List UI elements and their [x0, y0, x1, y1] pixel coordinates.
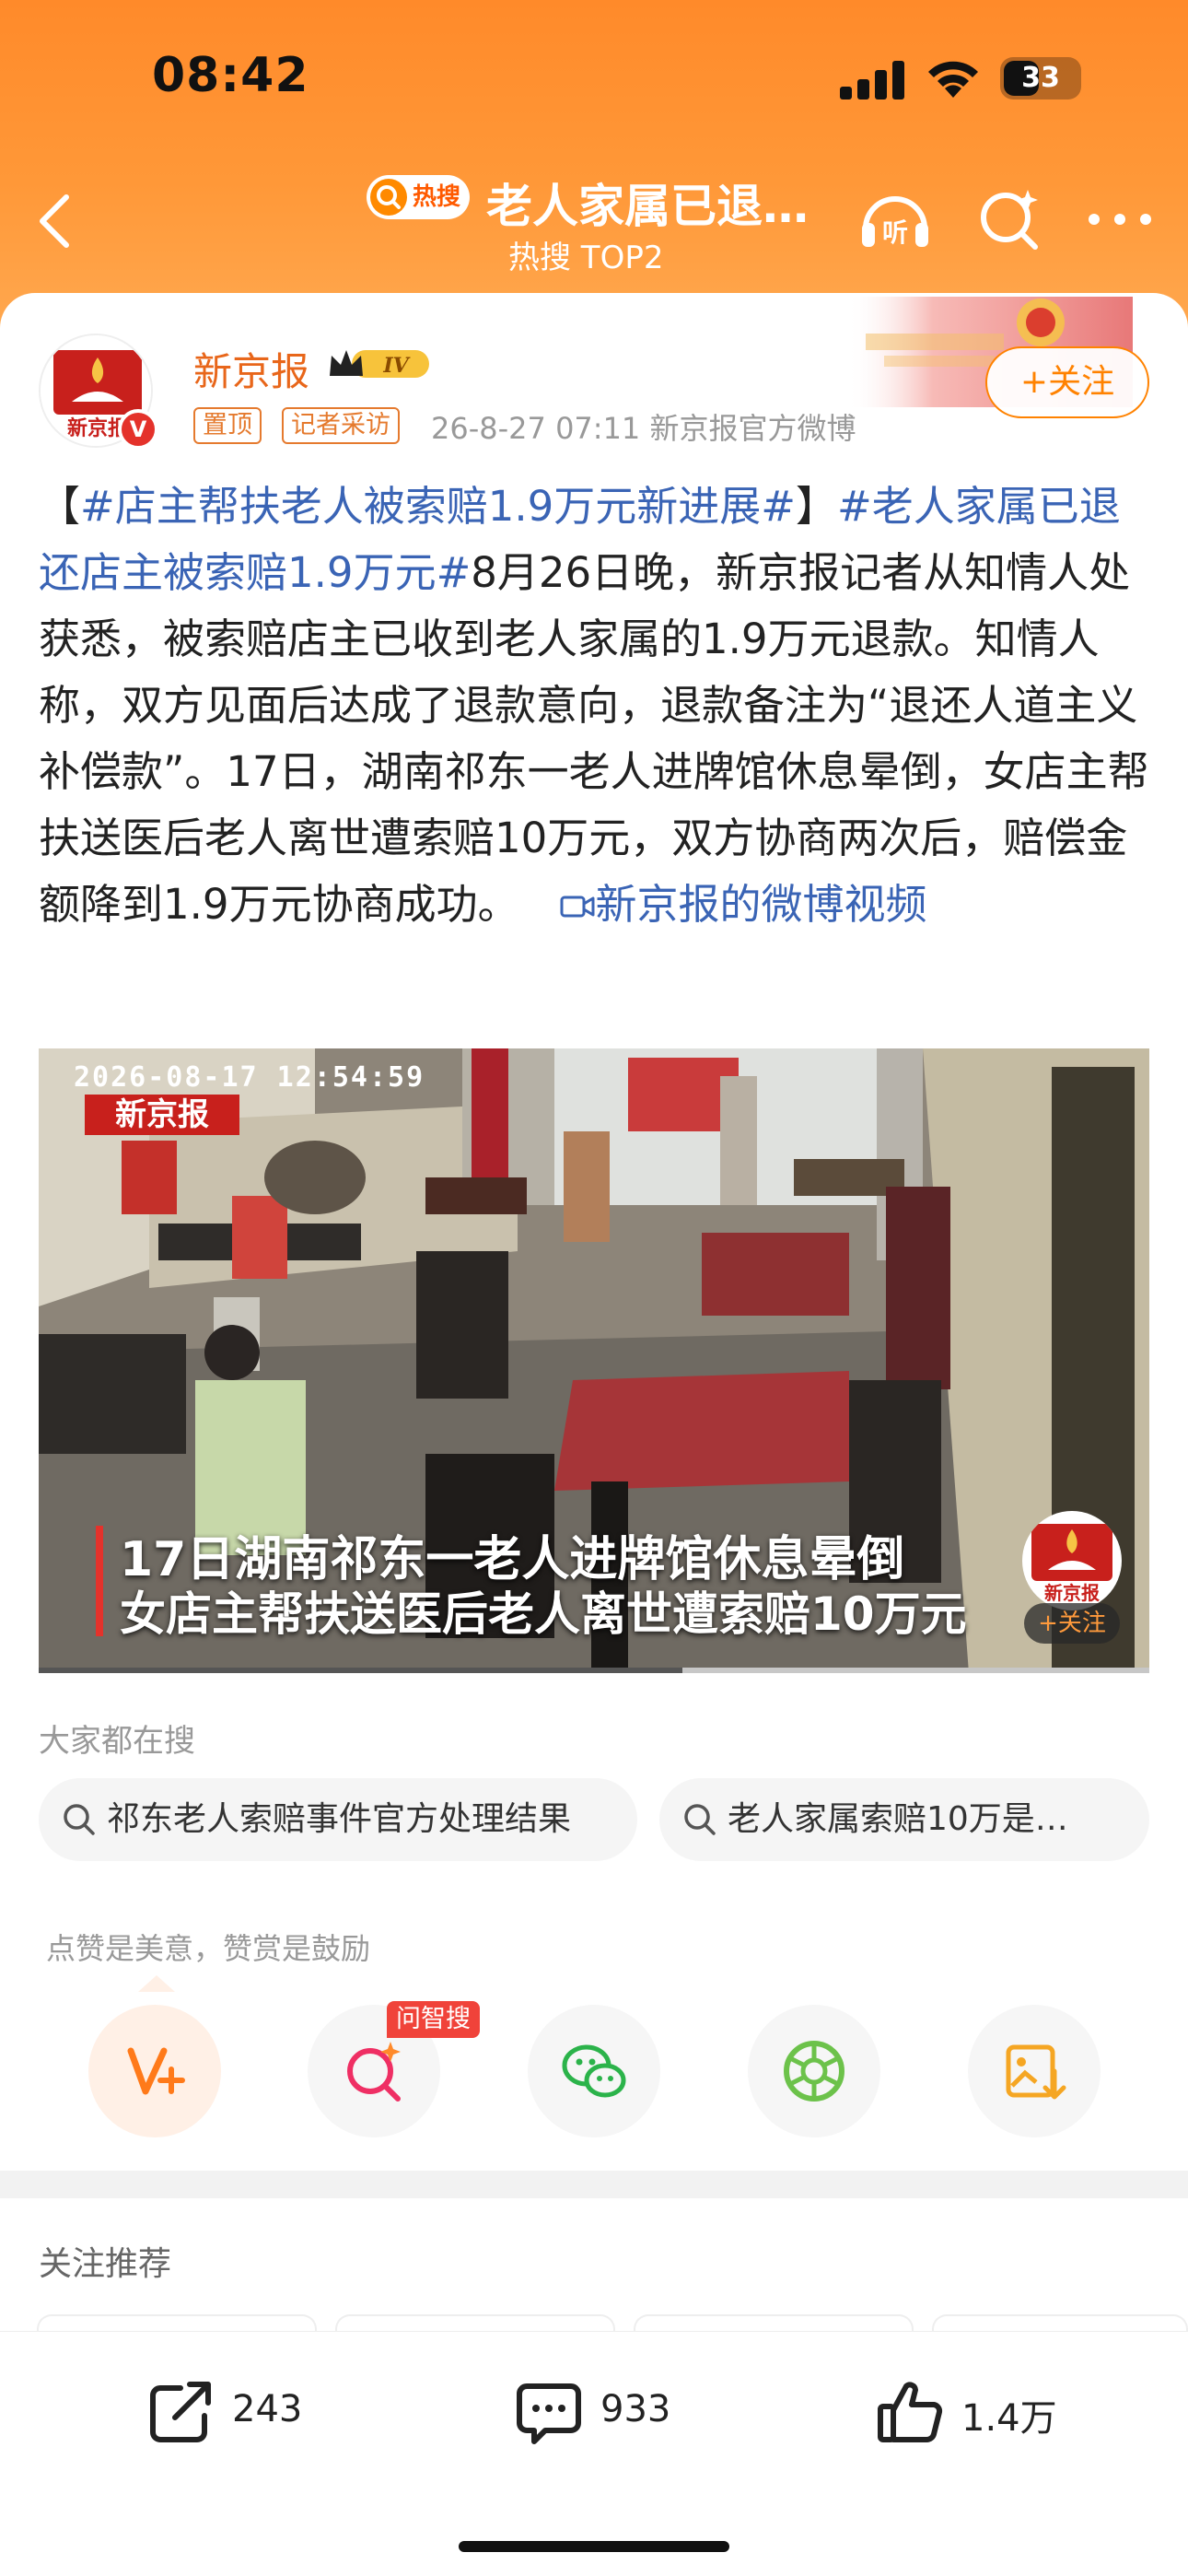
page-subtitle: 热搜 TOP2	[508, 240, 664, 276]
wechat-icon	[562, 2044, 626, 2098]
video-author-avatar[interactable]: 新京报	[1022, 1511, 1122, 1610]
section-divider	[0, 2171, 1188, 2198]
ask-badge: 问智搜	[387, 2001, 480, 2038]
share-count: 243	[232, 2388, 303, 2430]
topic-link-1[interactable]: #店主帮扶老人被索赔1.9万元新进展#	[80, 482, 796, 531]
bottom-action-bar	[0, 2331, 1188, 2576]
moments-icon	[784, 2041, 844, 2102]
back-icon[interactable]	[28, 184, 83, 258]
video-link-label: 新京报的微博视频	[595, 880, 927, 929]
verified-v-icon: V	[118, 409, 158, 450]
bracket-close: 】	[796, 482, 838, 531]
search-chip-1[interactable]: 祁东老人索赔事件官方处理结果	[39, 1778, 637, 1861]
bracket-open: 【	[39, 482, 81, 531]
hot-badge-label: 热搜	[413, 183, 461, 211]
share-icon	[150, 2382, 211, 2442]
status-time: 08:42	[152, 48, 309, 103]
video-caption-line2: 女店主帮扶送医后老人离世遭索赔10万元	[120, 1587, 967, 1641]
signal-icon	[840, 61, 906, 100]
battery-level-text: 33	[1021, 62, 1060, 94]
wechat-share-button[interactable]	[528, 2005, 660, 2137]
follow-button[interactable]: +关注	[985, 346, 1149, 418]
search-chip-label: 祁东老人索赔事件官方处理结果	[107, 1800, 572, 1838]
video-follow-button[interactable]: +关注	[1024, 1603, 1120, 1644]
post-body: 【#店主帮扶老人被索赔1.9万元新进展#】#老人家属已退还店主被索赔1.9万元#…	[39, 474, 1159, 938]
caption-accent-bar	[96, 1526, 103, 1636]
comment-count: 933	[600, 2388, 671, 2430]
search-chip-2[interactable]: 老人家属索赔10万是…	[659, 1778, 1149, 1861]
video-link[interactable]: 新京报的微博视频	[559, 880, 927, 929]
author-name[interactable]: 新京报	[193, 341, 309, 397]
v-plus-icon	[127, 2047, 185, 2095]
moments-share-button[interactable]	[748, 2005, 880, 2137]
recommend-label: 关注推荐	[39, 2245, 172, 2283]
v-plus-button[interactable]	[88, 2005, 221, 2137]
svg-text:新京报: 新京报	[1044, 1582, 1100, 1604]
reward-label: 点赞是美意，赞赏是鼓励	[46, 1931, 371, 1966]
search-icon	[64, 1804, 95, 1835]
search-chip-label: 老人家属索赔10万是…	[728, 1800, 1068, 1838]
more-icon[interactable]	[1083, 199, 1157, 240]
reporter-tag: 记者采访	[282, 407, 400, 444]
home-indicator	[459, 2541, 729, 2552]
save-image-button[interactable]	[968, 2005, 1101, 2137]
ai-search-icon[interactable]	[974, 181, 1044, 258]
thumbs-up-icon	[878, 2382, 943, 2442]
svg-text:听: 听	[882, 217, 908, 248]
pinned-tag: 置顶	[193, 407, 262, 444]
save-image-icon	[1006, 2044, 1066, 2100]
video-progress-fill	[39, 1668, 683, 1673]
video-timestamp: 2026-08-17 12:54:59	[74, 1061, 425, 1094]
battery-icon: 33	[1000, 57, 1081, 100]
hot-search-badge: 热搜	[367, 175, 470, 219]
page-title: 老人家属已退…	[486, 180, 809, 233]
post-body-text: 8月26日晚，新京报记者从知情人处获悉，被索赔店主已收到老人家属的1.9万元退款…	[39, 548, 1149, 929]
video-camera-icon	[560, 896, 594, 918]
comment-icon	[517, 2383, 581, 2444]
level-text: IV	[382, 354, 410, 378]
tab-pointer	[138, 1975, 175, 1992]
level-crown-icon: IV	[330, 350, 429, 378]
wifi-icon	[928, 61, 978, 98]
ai-search-icon	[347, 2042, 401, 2102]
search-icon	[370, 179, 407, 216]
post-meta: 26-8-27 07:11 新京报官方微博	[431, 411, 856, 446]
video-watermark-logo: 新京报	[85, 1095, 239, 1135]
listen-icon[interactable]: 听	[856, 181, 934, 258]
like-count: 1.4万	[961, 2397, 1057, 2440]
search-icon	[684, 1804, 716, 1835]
searches-label: 大家都在搜	[39, 1723, 195, 1760]
